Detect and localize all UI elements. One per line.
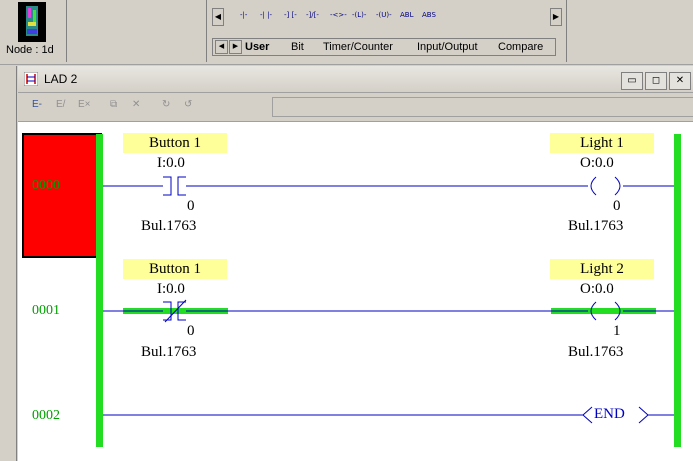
instr-otu[interactable]: -(U)- (376, 11, 392, 19)
rung-0-output-address: O:0.0 (580, 155, 614, 171)
rung-1-output-device: Bul.1763 (568, 344, 624, 360)
palette-scroll-left-button[interactable]: ◀ (212, 8, 224, 26)
instr-rung[interactable]: -| |- (260, 11, 272, 19)
left-power-rail (96, 134, 103, 447)
rung-0-output-device: Bul.1763 (568, 218, 624, 234)
instruction-tabs: ◀ ▶ User Bit Timer/Counter Input/Output … (212, 38, 556, 56)
selected-rung-highlight[interactable] (22, 133, 102, 258)
edit-rung-icon[interactable]: E- (32, 99, 42, 110)
toolbar-spacer (68, 0, 207, 62)
instr-xio[interactable]: -]/[- (306, 11, 319, 19)
close-button[interactable]: ✕ (669, 72, 691, 90)
tab-compare[interactable]: Compare (498, 39, 543, 55)
instr-branch[interactable]: -|- (240, 11, 247, 19)
window-title: LAD 2 (44, 72, 78, 86)
right-power-rail (674, 134, 681, 447)
restore-button[interactable]: ◻ (645, 72, 667, 90)
node-panel: Node : 1d (0, 0, 67, 62)
tabs-prev-button[interactable]: ◀ (215, 40, 228, 54)
rung-number-0[interactable]: 0000 (32, 178, 60, 194)
rung-0-input-value: 0 (187, 198, 195, 214)
rung-1-output-address: O:0.0 (580, 281, 614, 297)
rung-0-output-coil[interactable] (590, 176, 621, 196)
end-label: END (594, 406, 625, 422)
tab-input-output[interactable]: Input/Output (417, 39, 478, 55)
redo-icon[interactable]: ↺ (184, 99, 192, 110)
ladder-file-icon (24, 72, 38, 86)
instr-abl[interactable]: ABL (400, 11, 414, 19)
edit-accept-icon[interactable]: E/ (56, 99, 65, 110)
copy-icon[interactable]: ⧉ (110, 99, 117, 110)
processor-icon[interactable] (18, 2, 46, 42)
rung-0-input-device: Bul.1763 (141, 218, 197, 234)
rung-comment-field[interactable] (272, 97, 693, 117)
edit-cancel-icon[interactable]: E× (78, 99, 91, 110)
tab-user[interactable]: User (245, 39, 269, 55)
instr-abs[interactable]: ABS (422, 11, 436, 19)
project-tree-edge[interactable] (0, 66, 17, 461)
instr-otl[interactable]: -(L)- (352, 11, 366, 19)
ladder-diagram: 0000 0001 0002 Button 1 I:0.0 0 Bul.1763… (18, 122, 693, 461)
rung-0-input-tag: Button 1 (123, 133, 227, 153)
tab-bit[interactable]: Bit (291, 39, 304, 55)
top-toolbar: Node : 1d ◀ ▶ -|- -| |- -] [- -]/[- -<>-… (0, 0, 693, 65)
rung-number-1[interactable]: 0001 (32, 303, 60, 319)
ladder-toolbar: E- E/ E× ⧉ ✕ ↻ ↺ (18, 93, 693, 122)
rung-0-xic-contact[interactable] (163, 176, 186, 196)
minimize-button[interactable]: ▭ (621, 72, 643, 90)
delete-icon[interactable]: ✕ (132, 99, 140, 110)
toolbar-right-area (568, 0, 693, 62)
rung-1-input-tag: Button 1 (123, 259, 227, 279)
instr-xic[interactable]: -] [- (284, 11, 297, 19)
node-label: Node : 1d (6, 44, 54, 56)
rung-0-output-tag: Light 1 (550, 133, 654, 153)
lad-window-titlebar[interactable]: LAD 2 ▭ ◻ ✕ (18, 66, 693, 93)
tab-timer-counter[interactable]: Timer/Counter (323, 39, 393, 55)
undo-icon[interactable]: ↻ (162, 99, 170, 110)
rung-1-output-tag: Light 2 (550, 259, 654, 279)
rung-0-input-address: I:0.0 (157, 155, 185, 171)
rung-1-output-value: 1 (613, 323, 621, 339)
rung-1-input-device: Bul.1763 (141, 344, 197, 360)
rung-1-input-address: I:0.0 (157, 281, 185, 297)
palette-scroll-right-button[interactable]: ▶ (550, 8, 562, 26)
rung-0-output-value: 0 (613, 198, 621, 214)
rung-1-input-value: 0 (187, 323, 195, 339)
instr-ote[interactable]: -<>- (330, 11, 347, 19)
tabs-next-button[interactable]: ▶ (229, 40, 242, 54)
rung-number-2[interactable]: 0002 (32, 408, 60, 424)
